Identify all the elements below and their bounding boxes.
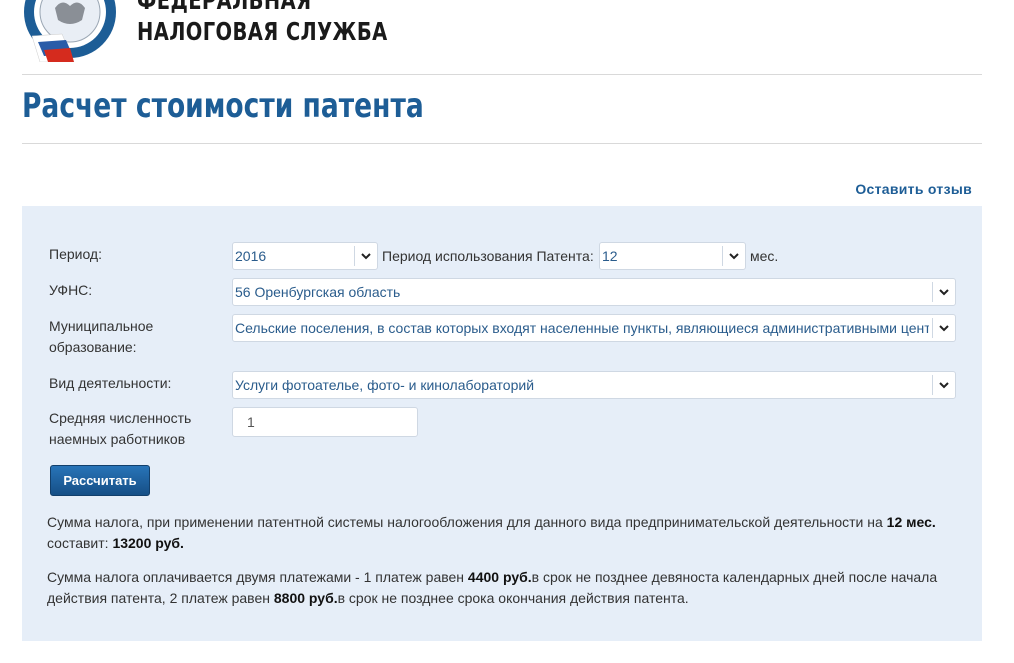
result-payments: Сумма налога оплачивается двумя платежам…: [47, 567, 957, 609]
logo-line-2: НАЛОГОВАЯ СЛУЖБА: [137, 17, 388, 46]
period-select-value: 2016: [235, 248, 267, 264]
result-months: 12 мес.: [886, 514, 936, 530]
payment-amount-1: 4400 руб.: [467, 569, 532, 585]
header-divider: [22, 74, 982, 75]
chevron-down-icon: [354, 246, 377, 266]
municipality-label: Муниципальное образование:: [49, 316, 153, 358]
calculate-button[interactable]: Рассчитать: [50, 465, 150, 496]
employees-label: Средняя численность наемных работников: [49, 408, 191, 450]
chevron-down-icon: [932, 318, 955, 338]
chevron-down-icon: [932, 375, 955, 395]
period-label: Период:: [49, 246, 102, 262]
municipality-select-value: Сельские поселения, в состав которых вхо…: [235, 320, 929, 336]
result-text-1: Сумма налога, при применении патентной с…: [47, 514, 887, 530]
site-header: ФЕДЕРАЛЬНАЯ НАЛОГОВАЯ СЛУЖБА: [0, 0, 1014, 75]
employees-label-line-2: наемных работников: [49, 431, 186, 447]
payments-text-3: в срок не позднее срока окончания действ…: [337, 590, 689, 606]
page-title: Расчет стоимости патента: [22, 86, 424, 126]
period-select[interactable]: 2016: [232, 242, 378, 270]
logo-text[interactable]: ФЕДЕРАЛЬНАЯ НАЛОГОВАЯ СЛУЖБА: [137, 0, 458, 48]
calculator-panel: Период: 2016 Период использования Патент…: [22, 206, 982, 641]
chevron-down-icon: [932, 282, 955, 302]
title-divider: [22, 143, 982, 144]
activity-label: Вид деятельности:: [49, 375, 172, 391]
result-total: Сумма налога, при применении патентной с…: [47, 512, 957, 554]
activity-select[interactable]: Услуги фотоателье, фото- и кинолаборатор…: [232, 371, 956, 399]
chevron-down-icon: [722, 246, 745, 266]
payment-amount-2: 8800 руб.: [273, 590, 338, 606]
employees-label-line-1: Средняя численность: [49, 410, 192, 426]
usage-period-select-value: 12: [602, 248, 618, 264]
ufns-select-value: 56 Оренбургская область: [235, 284, 401, 300]
result-total-amount: 13200 руб.: [112, 535, 184, 551]
payments-text-1: Сумма налога оплачивается двумя платежам…: [47, 569, 468, 585]
usage-period-select[interactable]: 12: [599, 242, 746, 270]
municipality-select[interactable]: Сельские поселения, в состав которых вхо…: [232, 314, 956, 342]
usage-period-unit: мес.: [750, 248, 779, 264]
activity-select-value: Услуги фотоателье, фото- и кинолаборатор…: [235, 377, 535, 393]
ufns-label: УФНС:: [49, 282, 93, 298]
usage-period-label: Период использования Патента:: [382, 248, 594, 264]
fns-emblem-icon[interactable]: [22, 0, 118, 62]
logo-line-1: ФЕДЕРАЛЬНАЯ: [137, 0, 312, 15]
feedback-link[interactable]: Оставить отзыв: [855, 181, 972, 197]
employees-input[interactable]: [232, 407, 418, 437]
municipality-label-line-2: образование:: [49, 339, 137, 355]
municipality-label-line-1: Муниципальное: [49, 318, 154, 334]
result-text-2: составит:: [47, 535, 113, 551]
ufns-select[interactable]: 56 Оренбургская область: [232, 278, 956, 306]
